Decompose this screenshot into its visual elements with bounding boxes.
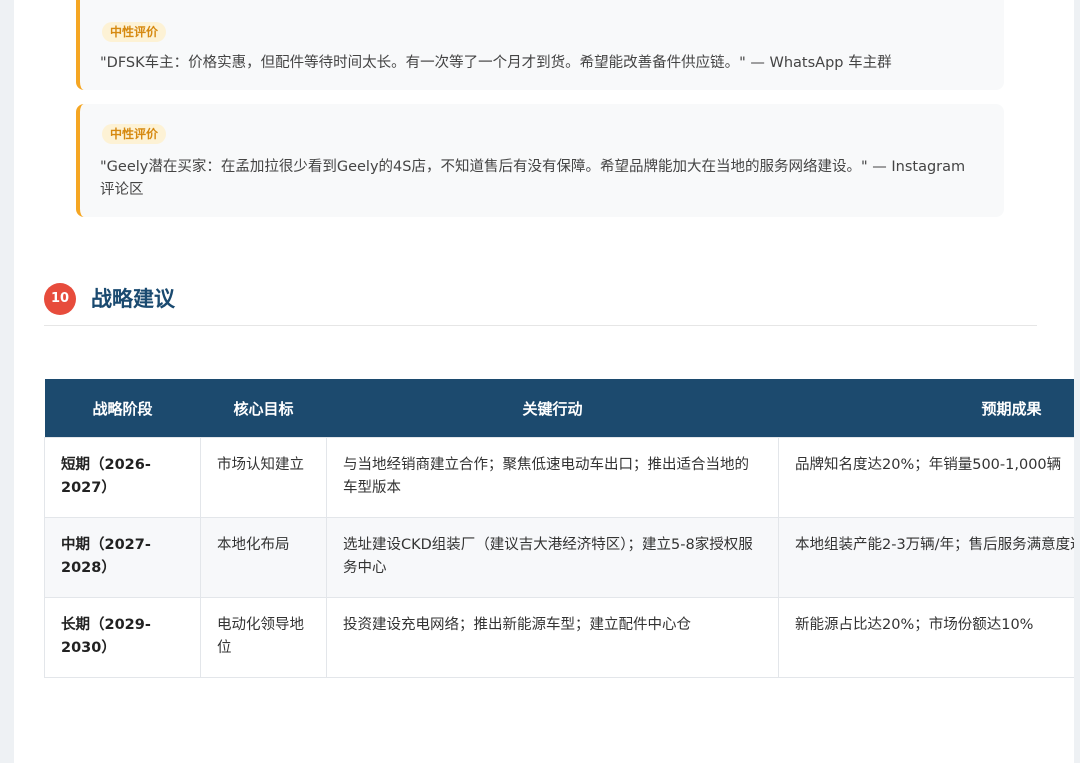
report-page: 中性评价 "DFSK车主：价格实惠，但配件等待时间太长。有一次等了一个月才到货。… (14, 0, 1074, 763)
table-row: 短期（2026-2027） 市场认知建立 与当地经销商建立合作；聚焦低速电动车出… (44, 437, 1074, 518)
table-row: 中期（2027-2028） 本地化布局 选址建设CKD组装厂（建议吉大港经济特区… (44, 517, 1074, 598)
header-actions: 关键行动 (326, 379, 779, 438)
review-card: 中性评价 "DFSK车主：价格实惠，但配件等待时间太长。有一次等了一个月才到货。… (76, 0, 1004, 90)
actions-cell: 投资建设充电网络；推出新能源车型；建立配件中心仓 (326, 597, 779, 678)
section-header: 10 战略建议 (44, 283, 1037, 326)
actions-cell: 选址建设CKD组装厂（建议吉大港经济特区）；建立5-8家授权服务中心 (326, 517, 779, 598)
goal-cell: 市场认知建立 (200, 437, 327, 518)
section-title: 战略建议 (91, 287, 175, 311)
review-quote: "DFSK车主：价格实惠，但配件等待时间太长。有一次等了一个月才到货。希望能改善… (100, 55, 892, 71)
table-header-row: 战略阶段 核心目标 关键行动 预期成果 (44, 379, 1074, 438)
table-row: 长期（2029-2030） 电动化领导地位 投资建设充电网络；推出新能源车型；建… (44, 597, 1074, 678)
outcomes-cell: 品牌知名度达20%；年销量500-1,000辆 (778, 437, 1074, 518)
header-goal: 核心目标 (200, 379, 327, 438)
outcomes-cell: 本地组装产能2-3万辆/年；售后服务满意度达75% (778, 517, 1074, 598)
sentiment-badge: 中性评价 (102, 124, 167, 144)
review-quote: "Geely潜在买家：在孟加拉很少看到Geely的4S店，不知道售后有没有保障。… (100, 159, 966, 198)
goal-cell: 电动化领导地位 (200, 597, 327, 678)
phase-cell: 短期（2026-2027） (44, 437, 201, 518)
header-phase: 战略阶段 (44, 379, 201, 438)
strategy-table: 战略阶段 核心目标 关键行动 预期成果 短期（2026-2027） 市场认知建立… (44, 379, 1074, 678)
goal-cell: 本地化布局 (200, 517, 327, 598)
section-number-badge: 10 (44, 283, 76, 315)
sentiment-badge: 中性评价 (102, 22, 167, 42)
phase-cell: 中期（2027-2028） (44, 517, 201, 598)
phase-cell: 长期（2029-2030） (44, 597, 201, 678)
outcomes-cell: 新能源占比达20%；市场份额达10% (778, 597, 1074, 678)
review-card: 中性评价 "Geely潜在买家：在孟加拉很少看到Geely的4S店，不知道售后有… (76, 104, 1004, 217)
actions-cell: 与当地经销商建立合作；聚焦低速电动车出口；推出适合当地的车型版本 (326, 437, 779, 518)
header-outcomes: 预期成果 (778, 379, 1074, 438)
